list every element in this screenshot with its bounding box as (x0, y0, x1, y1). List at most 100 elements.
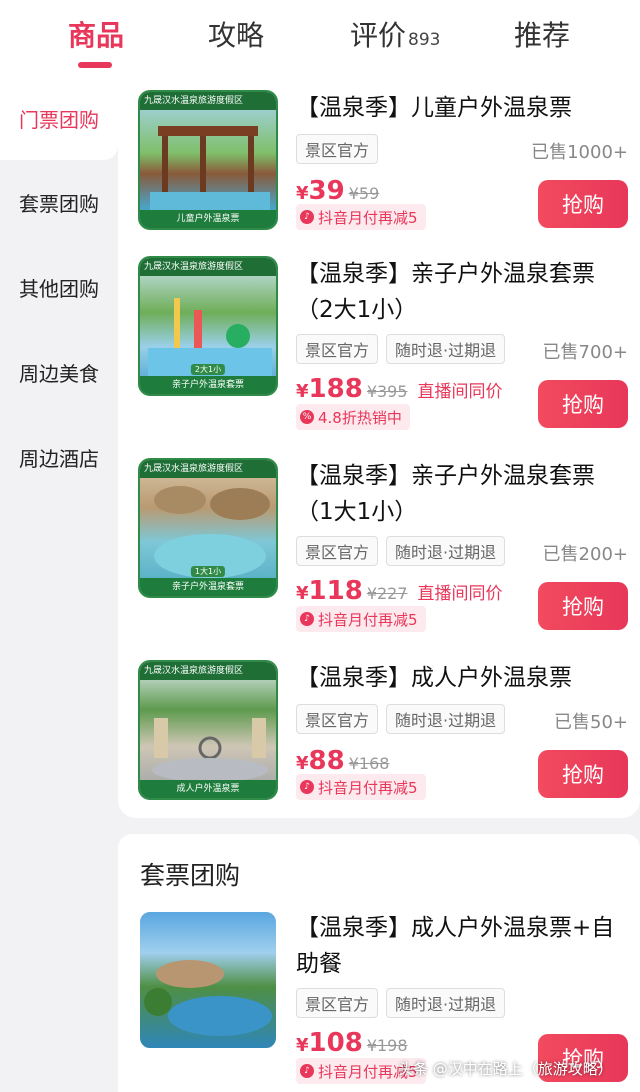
review-count: 893 (408, 30, 441, 50)
currency-symbol: ¥ (296, 753, 309, 774)
current-price: 188 (308, 374, 363, 404)
thumbnail-banner: 九晟汉水温泉旅游度假区 (140, 662, 276, 680)
douyin-icon: ♪ (300, 780, 314, 794)
original-price: ¥198 (366, 1036, 408, 1055)
promo-badge: ♪ 抖音月付再减5 (296, 774, 426, 800)
original-price: ¥227 (366, 584, 408, 603)
sold-count: 已售700+ (542, 342, 628, 363)
original-price: ¥59 (348, 184, 380, 203)
current-price: 39 (308, 176, 345, 206)
product-title[interactable]: 【温泉季】成人户外温泉票 (296, 660, 626, 696)
price-row: ¥ 188 ¥395 直播间同价 (296, 374, 503, 404)
promo-text: 4.8折热销中 (318, 408, 402, 427)
promo-text: 抖音月付再减5 (318, 778, 418, 797)
buy-button[interactable]: 抢购 (538, 180, 628, 228)
tab-reviews[interactable]: 评价 893 (350, 14, 440, 54)
hot-spring-illustration (144, 960, 272, 1036)
original-price: ¥395 (366, 382, 408, 401)
top-tab-bar: 商品 攻略 评价 893 推荐 (0, 0, 640, 76)
buy-button[interactable]: 抢购 (538, 380, 628, 428)
current-price: 108 (308, 1028, 363, 1058)
product-item[interactable]: 九晟汉水温泉旅游度假区 2大1小 亲子户外温泉套票 【温泉季】亲子户外温泉套票（… (138, 256, 628, 436)
active-tab-indicator (78, 62, 112, 68)
product-thumbnail[interactable]: 九晟汉水温泉旅游度假区 儿童户外温泉票 (138, 90, 278, 230)
thumbnail-subtitle: 1大1小 (190, 566, 226, 577)
product-item[interactable]: 九晟汉水温泉旅游度假区 成人户外温泉票 【温泉季】成人户外温泉票 景区官方 随时… (138, 660, 628, 800)
product-tags: 景区官方 随时退·过期退 (296, 536, 506, 566)
price-row: ¥ 118 ¥227 直播间同价 (296, 576, 503, 606)
currency-symbol: ¥ (296, 183, 309, 204)
product-title[interactable]: 【温泉季】亲子户外温泉套票（2大1小） (296, 256, 626, 328)
douyin-icon: ♪ (300, 210, 314, 224)
price-row: ¥ 88 ¥168 (296, 746, 399, 776)
douyin-icon: ♪ (300, 1064, 314, 1078)
product-tags: 景区官方 随时退·过期退 (296, 704, 506, 734)
promo-text: 抖音月付再减5 (318, 610, 418, 629)
tab-reviews-label: 评价 (350, 19, 407, 52)
live-price-note: 直播间同价 (417, 382, 503, 402)
tag-refund: 随时退·过期退 (386, 334, 506, 364)
tag-official: 景区官方 (296, 536, 379, 566)
package-group-card: 套票团购 【温泉季】成人户外温泉票+自助餐 景区官方 随时退·过期退 ¥ 108… (118, 834, 640, 1092)
product-tags: 景区官方 随时退·过期退 (296, 334, 506, 364)
promo-text: 抖音月付再减5 (318, 208, 418, 227)
sold-count: 已售50+ (554, 712, 628, 733)
tag-refund: 随时退·过期退 (386, 704, 506, 734)
thumbnail-caption: 儿童户外温泉票 (140, 210, 276, 228)
product-thumbnail[interactable]: 九晟汉水温泉旅游度假区 2大1小 亲子户外温泉套票 (138, 256, 278, 396)
product-item[interactable]: 九晟汉水温泉旅游度假区 儿童户外温泉票 【温泉季】儿童户外温泉票 景区官方 已售… (138, 90, 628, 230)
promo-badge: ♪ 抖音月付再减5 (296, 204, 426, 230)
currency-symbol: ¥ (296, 583, 309, 604)
product-title[interactable]: 【温泉季】成人户外温泉票+自助餐 (296, 910, 626, 982)
sidebar-item-packages[interactable]: 套票团购 (0, 160, 118, 244)
tab-recommend[interactable]: 推荐 (514, 14, 570, 54)
thumbnail-caption: 成人户外温泉票 (140, 780, 276, 798)
product-title[interactable]: 【温泉季】儿童户外温泉票 (296, 90, 626, 126)
current-price: 118 (308, 576, 363, 606)
thumbnail-caption: 亲子户外温泉套票 (140, 376, 276, 394)
thumbnail-banner: 九晟汉水温泉旅游度假区 (140, 92, 276, 110)
thumbnail-subtitle: 2大1小 (190, 364, 226, 375)
sidebar-item-tickets[interactable]: 门票团购 (0, 76, 118, 160)
promo-badge: % 4.8折热销中 (296, 404, 410, 430)
tab-guides[interactable]: 攻略 (208, 14, 264, 54)
section-title: 套票团购 (140, 861, 241, 890)
currency-symbol: ¥ (296, 381, 309, 402)
discount-tag-icon: % (300, 410, 314, 424)
sidebar-item-food[interactable]: 周边美食 (0, 330, 118, 414)
thumbnail-banner: 九晟汉水温泉旅游度假区 (140, 460, 276, 478)
product-thumbnail[interactable]: 九晟汉水温泉旅游度假区 1大1小 亲子户外温泉套票 (138, 458, 278, 598)
live-price-note: 直播间同价 (417, 584, 503, 604)
promo-badge: ♪ 抖音月付再减5 (296, 606, 426, 632)
product-tags: 景区官方 随时退·过期退 (296, 988, 506, 1018)
tag-official: 景区官方 (296, 988, 379, 1018)
tab-products[interactable]: 商品 (68, 14, 124, 54)
thumbnail-caption: 亲子户外温泉套票 (140, 578, 276, 596)
product-title[interactable]: 【温泉季】亲子户外温泉套票（1大1小） (296, 458, 626, 530)
sold-count: 已售1000+ (531, 142, 628, 163)
sold-count: 已售200+ (542, 544, 628, 565)
buy-button[interactable]: 抢购 (538, 582, 628, 630)
tag-official: 景区官方 (296, 334, 379, 364)
original-price: ¥168 (348, 754, 390, 773)
tag-refund: 随时退·过期退 (386, 988, 506, 1018)
price-row: ¥ 108 ¥198 (296, 1028, 418, 1058)
category-sidebar: 门票团购 套票团购 其他团购 周边美食 周边酒店 (0, 76, 118, 1092)
tag-official: 景区官方 (296, 134, 379, 164)
price-row: ¥ 39 ¥59 (296, 176, 389, 206)
product-tags: 景区官方 (296, 134, 379, 164)
buy-button[interactable]: 抢购 (538, 750, 628, 798)
current-price: 88 (308, 746, 345, 776)
tag-refund: 随时退·过期退 (386, 536, 506, 566)
product-item[interactable]: 九晟汉水温泉旅游度假区 1大1小 亲子户外温泉套票 【温泉季】亲子户外温泉套票（… (138, 458, 628, 638)
tag-official: 景区官方 (296, 704, 379, 734)
product-thumbnail[interactable] (138, 910, 278, 1050)
watermark: 头条 @汉中在路上（旅游攻略） (398, 1060, 613, 1078)
currency-symbol: ¥ (296, 1035, 309, 1056)
douyin-icon: ♪ (300, 612, 314, 626)
thumbnail-banner: 九晟汉水温泉旅游度假区 (140, 258, 276, 276)
ticket-group-card: 九晟汉水温泉旅游度假区 儿童户外温泉票 【温泉季】儿童户外温泉票 景区官方 已售… (118, 76, 640, 818)
sidebar-item-hotels[interactable]: 周边酒店 (0, 415, 118, 499)
sidebar-item-other[interactable]: 其他团购 (0, 245, 118, 329)
product-thumbnail[interactable]: 九晟汉水温泉旅游度假区 成人户外温泉票 (138, 660, 278, 800)
